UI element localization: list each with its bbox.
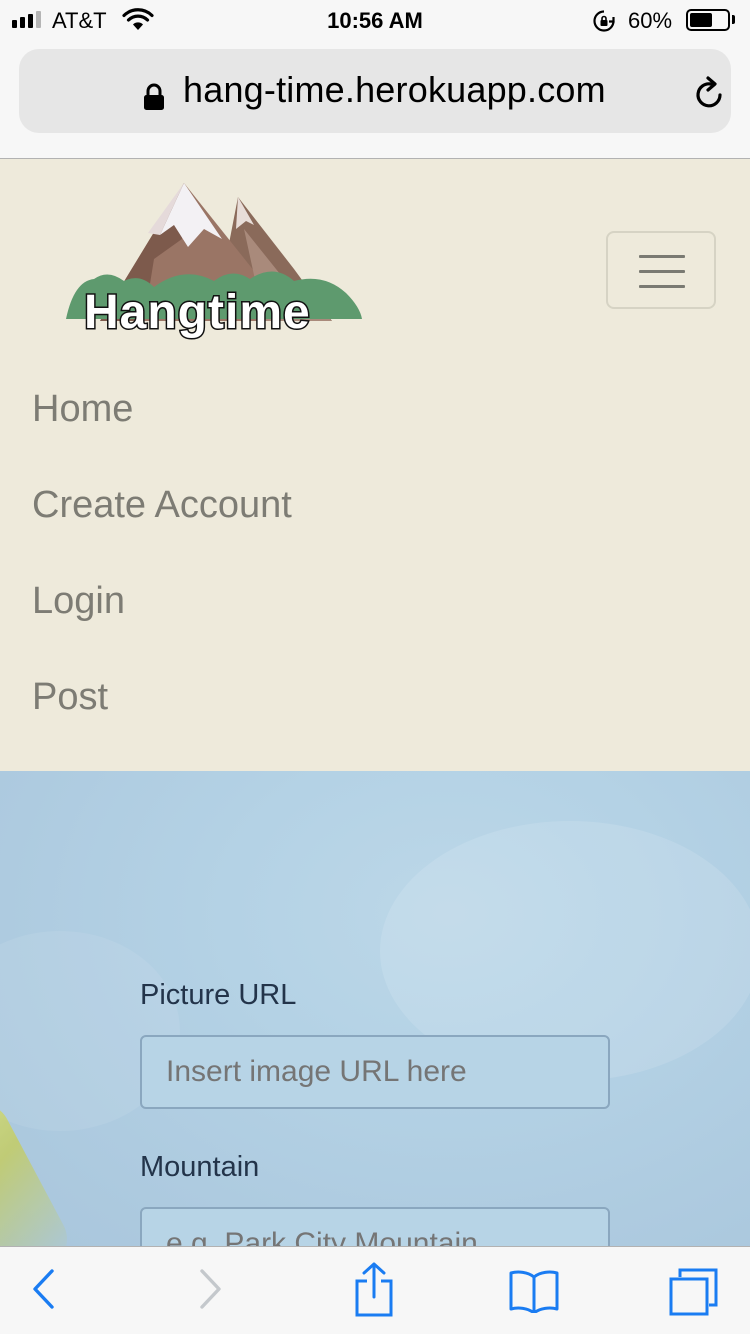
forward-icon[interactable]	[198, 1267, 224, 1311]
browser-toolbar	[0, 1246, 750, 1334]
hamburger-menu-button[interactable]	[606, 231, 716, 309]
hamburger-menu-icon	[639, 255, 685, 258]
address-bar[interactable]: hang-time.herokuapp.com	[19, 49, 731, 133]
bookmarks-icon[interactable]	[508, 1269, 560, 1313]
reload-icon[interactable]	[693, 75, 727, 111]
nav-link-post[interactable]: Post	[32, 676, 108, 719]
back-icon[interactable]	[30, 1267, 56, 1311]
battery-percent: 60%	[628, 8, 673, 33]
nav-link-login[interactable]: Login	[32, 580, 125, 623]
rotation-lock-icon	[593, 10, 615, 32]
hero-background: Picture URL Mountain	[0, 771, 750, 1246]
lock-icon	[144, 83, 164, 110]
status-bar: AT&T 10:56 AM 60%	[0, 0, 750, 40]
battery-tip	[732, 15, 735, 24]
tabs-icon[interactable]	[668, 1267, 720, 1317]
nav-link-create-account[interactable]: Create Account	[32, 484, 292, 527]
picture-url-input[interactable]	[140, 1035, 610, 1109]
url-text[interactable]: hang-time.herokuapp.com	[183, 69, 606, 111]
share-icon[interactable]	[354, 1261, 394, 1317]
logo-text: Hangtime	[83, 285, 312, 341]
picture-url-label: Picture URL	[140, 979, 297, 1011]
mountain-input[interactable]	[140, 1207, 610, 1246]
site-navbar: Hangtime Home Create Account Login Post	[0, 159, 750, 771]
browser-address-area: hang-time.herokuapp.com	[0, 40, 750, 159]
nav-link-home[interactable]: Home	[32, 388, 133, 431]
mountain-label: Mountain	[140, 1151, 260, 1183]
battery-icon	[686, 9, 730, 31]
